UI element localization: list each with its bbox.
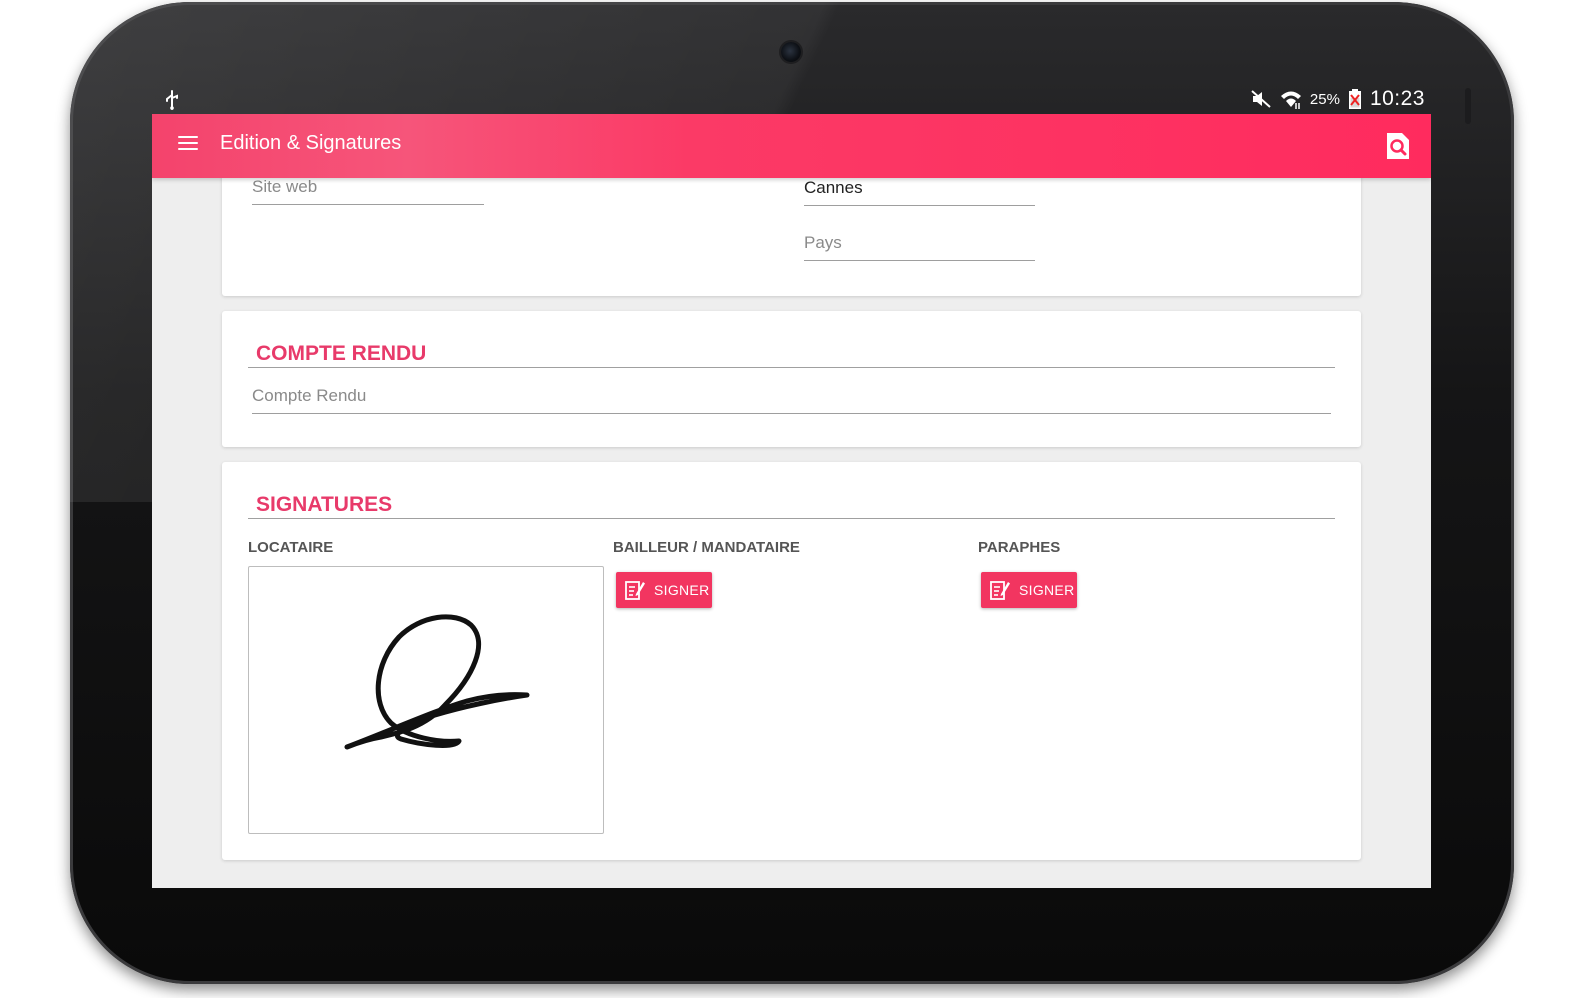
ville-input[interactable]	[804, 175, 1035, 201]
section-title-signatures: SIGNATURES	[256, 493, 393, 516]
signatures-card: SIGNATURES LOCATAIRE BAILLEUR / MANDATAI…	[222, 462, 1361, 860]
wifi-icon	[1280, 91, 1301, 109]
signature-edit-icon	[990, 581, 1010, 600]
site-web-field[interactable]	[252, 174, 484, 205]
clock: 10:23	[1369, 87, 1425, 110]
compte-rendu-card: COMPTE RENDU	[222, 311, 1361, 447]
signature-edit-icon	[625, 581, 645, 600]
bailleur-label: BAILLEUR / MANDATAIRE	[613, 539, 800, 556]
app-bar: Edition & Signatures	[152, 114, 1431, 178]
battery-percentage: 25%	[1309, 90, 1340, 108]
app-title: Edition & Signatures	[220, 132, 402, 154]
ville-field[interactable]	[804, 175, 1035, 206]
document-preview-icon[interactable]	[1385, 132, 1411, 160]
compte-rendu-input[interactable]	[252, 383, 1331, 409]
pays-field[interactable]	[804, 230, 1035, 261]
status-bar: 25% 10:23	[152, 84, 1431, 114]
mute-icon	[1251, 90, 1271, 108]
front-camera	[781, 42, 801, 62]
locataire-signature-pad[interactable]	[248, 566, 604, 834]
pays-input[interactable]	[804, 230, 1035, 256]
bailleur-sign-button[interactable]: SIGNER	[616, 572, 712, 608]
bailleur-sign-button-label: SIGNER	[654, 582, 710, 598]
hardware-button	[1465, 88, 1471, 124]
compte-rendu-field[interactable]	[252, 383, 1331, 414]
usb-icon	[166, 90, 178, 110]
paraphes-sign-button[interactable]: SIGNER	[981, 572, 1077, 608]
hamburger-menu-icon[interactable]	[178, 136, 198, 156]
section-divider	[248, 367, 1335, 368]
address-card	[222, 158, 1361, 296]
app-screen: Edition & Signatures COMPTE RENDU SIGNAT…	[152, 114, 1431, 888]
battery-icon	[1348, 89, 1361, 109]
section-divider	[248, 518, 1335, 519]
locataire-label: LOCATAIRE	[248, 539, 334, 556]
section-title-compte-rendu: COMPTE RENDU	[256, 342, 427, 365]
paraphes-label: PARAPHES	[978, 539, 1061, 556]
signature-drawing	[344, 614, 530, 750]
paraphes-sign-button-label: SIGNER	[1019, 582, 1075, 598]
